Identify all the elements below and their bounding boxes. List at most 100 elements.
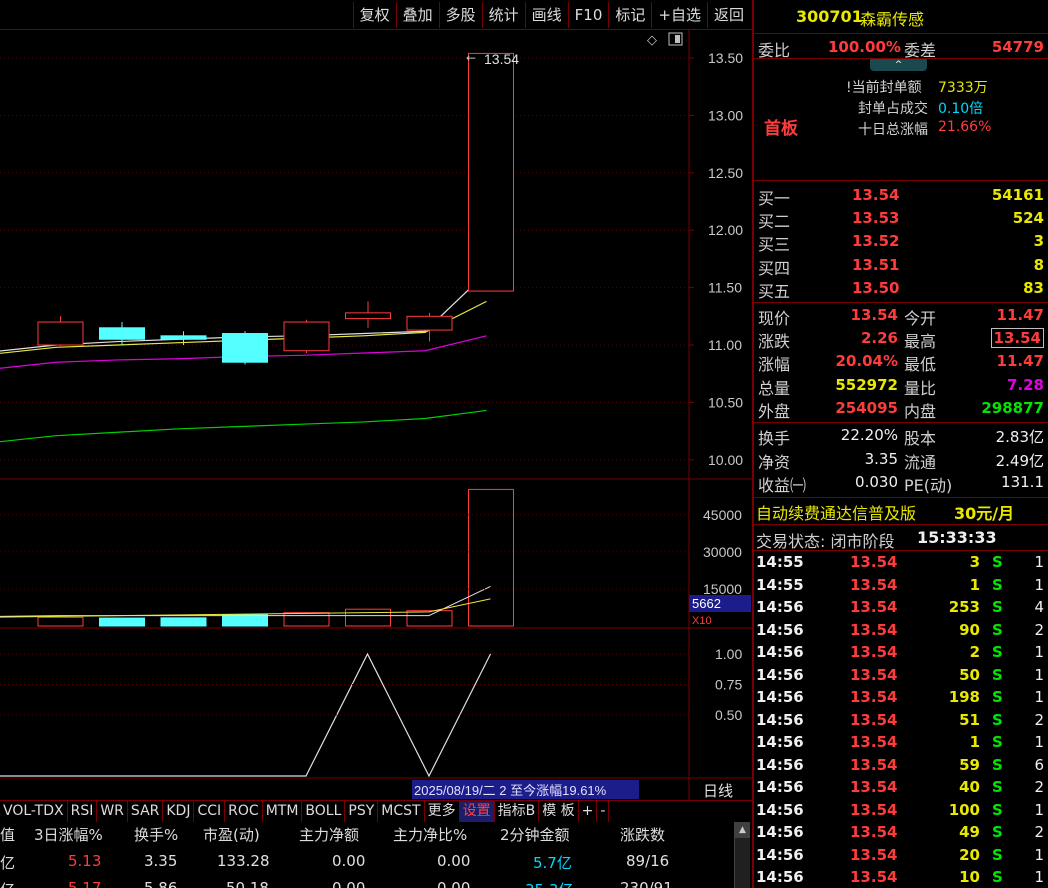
indicator-tab[interactable]: MCST [378, 801, 425, 822]
indicator-tab[interactable]: 指标B [495, 801, 540, 822]
tick-volume: 2 [969, 643, 980, 661]
volume-bar[interactable] [283, 612, 330, 627]
tick-row[interactable]: 14:56 13.54 198 S 1 [754, 687, 1048, 710]
tick-row[interactable]: 14:56 13.54 90 S 2 [754, 620, 1048, 643]
bid-price[interactable]: 13.53 [852, 209, 899, 227]
kline-chart-area[interactable]: 13.50 13.00 12.50 12.00 11.50 11.00 10.50 10.00… [0, 30, 752, 800]
tick-row[interactable]: 14:55 13.54 3 S 1 [754, 552, 1048, 575]
tick-volume: 59 [959, 755, 980, 774]
candle-body[interactable] [99, 327, 145, 340]
tick-row[interactable]: 14:56 13.54 20 S 1 [754, 845, 1048, 868]
indicator-tab[interactable]: KDJ [163, 801, 195, 822]
tick-price: 13.54 [850, 665, 898, 684]
tick-row[interactable]: 14:55 13.54 1 S 1 [754, 575, 1048, 598]
diamond-icon[interactable]: ◇ [647, 33, 657, 48]
toolbar-button[interactable]: 画线 [524, 2, 568, 28]
tick-row[interactable]: 14:56 13.54 50 S 1 [754, 665, 1048, 688]
bid-price[interactable]: 13.54 [852, 186, 899, 204]
indicator-tab[interactable]: 模 板 [539, 801, 579, 822]
tick-count: 1 [1034, 845, 1044, 864]
quote-value: 13.54 [990, 328, 1044, 349]
kline-chart[interactable]: 13.50 13.00 12.50 12.00 11.50 11.00 10.50 10.00… [0, 30, 752, 800]
toolbar-button[interactable]: 复权 [352, 2, 396, 28]
indicator-tab[interactable]: VOL-TDX [0, 801, 68, 822]
tick-row[interactable]: 14:56 13.54 253 S 4 [754, 597, 1048, 620]
toolbar-button[interactable]: 标记 [608, 2, 651, 28]
bid-volume[interactable]: 3 [1034, 232, 1044, 250]
table-header[interactable]: 涨跌数 [620, 824, 665, 845]
toolbar-button[interactable]: 返回 [706, 2, 750, 28]
indicator-tab[interactable]: 设置 [459, 801, 495, 822]
table-header[interactable]: 市盈(动) [203, 824, 260, 845]
toolbar-button[interactable]: +自选 [651, 2, 707, 28]
candle-body[interactable] [468, 52, 514, 292]
volume-bar[interactable] [468, 488, 514, 627]
collapse-button[interactable]: ^ [870, 59, 927, 71]
candle-body[interactable] [37, 321, 84, 346]
tick-volume: 100 [948, 800, 980, 819]
panel-toggle-icon-fill [675, 35, 680, 43]
candle-body[interactable] [283, 321, 330, 352]
bid-volume[interactable]: 83 [1023, 279, 1044, 297]
tick-row[interactable]: 14:56 13.54 1 S 1 [754, 732, 1048, 755]
table-header[interactable]: 换手% [134, 824, 178, 845]
indicator-tab[interactable]: 更多 [425, 801, 460, 822]
bid-price[interactable]: 13.52 [852, 232, 899, 250]
indicator-tab[interactable]: CCI [194, 801, 226, 822]
toolbar-button[interactable]: 多股 [438, 2, 482, 28]
volume-bar[interactable] [406, 610, 453, 627]
toolbar-button[interactable]: F10 [567, 2, 609, 28]
tick-row[interactable]: 14:56 13.54 2 S 1 [754, 642, 1048, 665]
indicator-tab[interactable]: WR [97, 801, 128, 822]
table-row[interactable]: 亿 5.17 5.86 50.18 0.00 0.00 35.3亿 230/91 [0, 879, 740, 888]
scroll-up-icon[interactable]: ▲ [735, 822, 750, 838]
quote-value: 20.04% [835, 352, 898, 371]
table-header[interactable]: 主力净额 [299, 824, 359, 845]
table-row[interactable]: 亿 5.13 3.35 133.28 0.00 0.00 5.7亿 89/16 [0, 852, 740, 874]
tick-row[interactable]: 14:56 13.54 51 S 2 [754, 710, 1048, 733]
indicator-tab[interactable]: BOLL [302, 801, 346, 822]
trade-status-label: 交易状态: 闭市阶段 [756, 532, 895, 551]
indicator-tab[interactable]: - [597, 801, 610, 822]
bid-price[interactable]: 13.50 [852, 279, 899, 297]
tick-list[interactable]: 14:55 13.54 3 S 1 14:55 13.54 1 S 1 14:56 13.54 253 S… [754, 552, 1048, 888]
table-header[interactable]: 值 [0, 824, 15, 845]
indicator-tab[interactable]: PSY [345, 801, 379, 822]
toolbar-button[interactable]: 统计 [481, 2, 525, 28]
tick-row[interactable]: 14:56 13.54 49 S 2 [754, 822, 1048, 845]
table-scrollbar[interactable]: ▲ [734, 822, 750, 888]
volume-bar[interactable] [99, 617, 145, 627]
volume-bar[interactable] [160, 617, 207, 627]
tick-price: 13.54 [850, 823, 898, 841]
bid-volume[interactable]: 54161 [992, 186, 1044, 204]
indicator-tab[interactable]: + [579, 801, 598, 822]
tick-row[interactable]: 14:56 13.54 10 S 1 [754, 867, 1048, 888]
tick-row[interactable]: 14:56 13.54 40 S 2 [754, 777, 1048, 800]
bid-volume[interactable]: 524 [1013, 209, 1044, 227]
table-header[interactable]: 主力净比% [393, 824, 467, 845]
candle-body[interactable] [345, 312, 391, 320]
promo-price[interactable]: 30元/月 [954, 500, 1014, 524]
table-header[interactable]: 2分钟金额 [500, 824, 570, 845]
stock-header: 300701 森霸传感 [754, 0, 1048, 33]
promo-text[interactable]: 自动续费通达信普及版 [756, 500, 916, 524]
candle-body[interactable] [406, 315, 453, 331]
candle-body[interactable] [222, 333, 268, 363]
quote-value: 13.54 [850, 306, 898, 324]
table-header[interactable]: 3日涨幅% [34, 824, 103, 845]
toolbar-button[interactable]: 叠加 [395, 2, 439, 28]
candle-body[interactable] [160, 335, 207, 340]
volume-bar[interactable] [37, 616, 84, 627]
period-label[interactable]: 日线 [703, 782, 733, 800]
tick-row[interactable]: 14:56 13.54 59 S 6 [754, 755, 1048, 778]
volume-bar[interactable] [345, 608, 391, 627]
bid-price[interactable]: 13.51 [852, 256, 899, 274]
volume-bar[interactable] [222, 614, 268, 627]
indicator-tab[interactable]: SAR [128, 801, 164, 822]
indicator-tab[interactable]: MTM [263, 801, 303, 822]
indicator-tab[interactable]: RSI [68, 801, 98, 822]
indicator-tab[interactable]: ROC [225, 801, 263, 822]
tick-row[interactable]: 14:56 13.54 100 S 1 [754, 800, 1048, 823]
bid-volume[interactable]: 8 [1034, 256, 1044, 274]
tick-count: 2 [1034, 778, 1044, 796]
